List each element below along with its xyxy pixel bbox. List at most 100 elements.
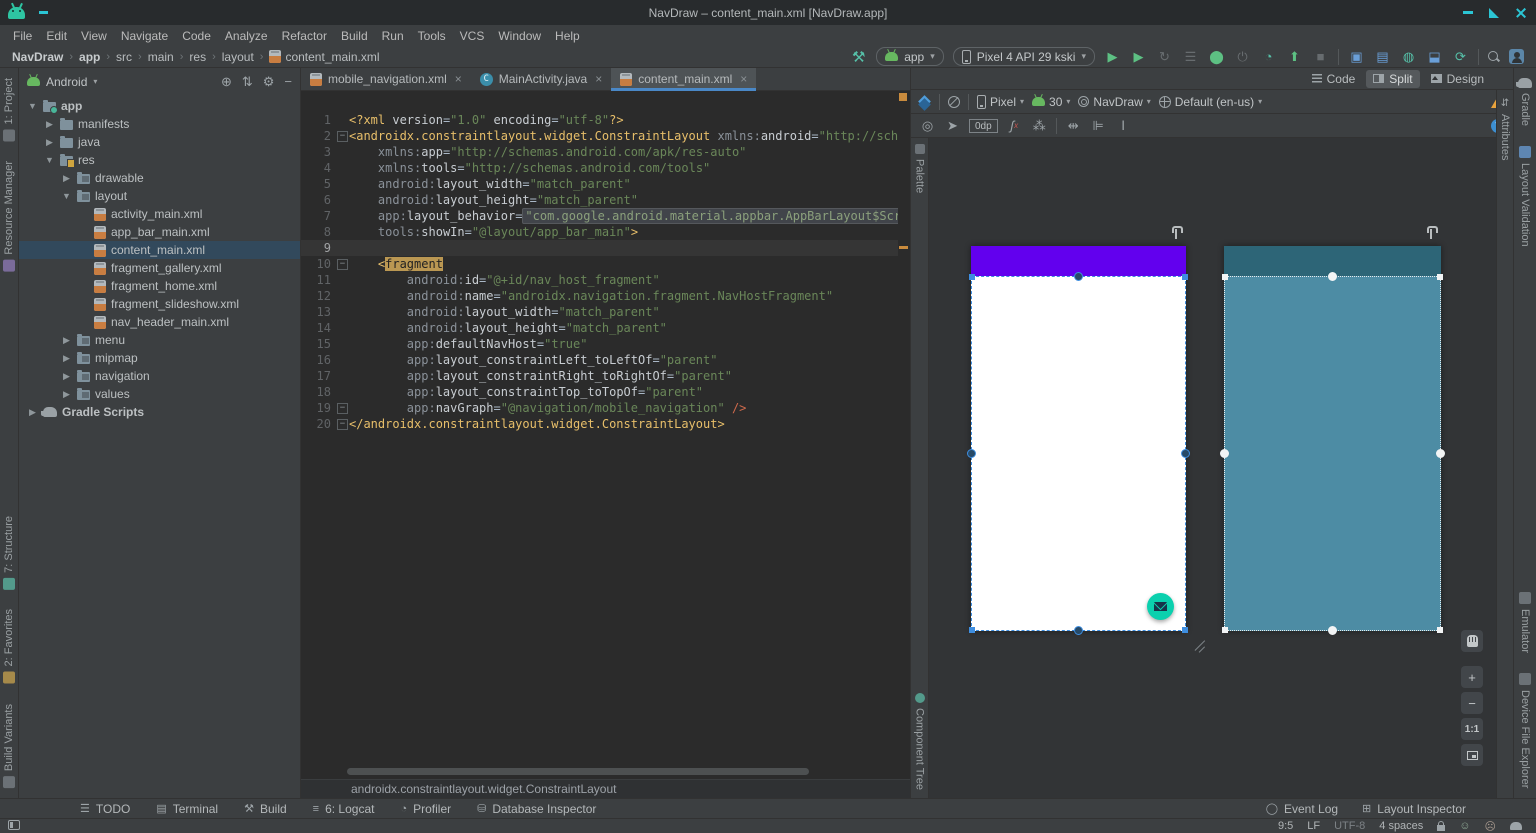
tree-item-gradle-scripts[interactable]: ▶ Gradle Scripts — [19, 403, 300, 421]
stop-icon[interactable]: ■ — [1312, 48, 1329, 65]
tree-item-app[interactable]: ▼ app — [19, 97, 300, 115]
constraint-anchor-right[interactable] — [1436, 448, 1445, 458]
menu-item-analyze[interactable]: Analyze — [218, 27, 275, 45]
tree-item-values[interactable]: ▶ values — [19, 385, 300, 403]
tree-item-res[interactable]: ▼ res — [19, 151, 300, 169]
window-layout-icon[interactable] — [8, 819, 20, 830]
tree-arrow-icon[interactable]: ▶ — [44, 119, 55, 130]
selection-handle[interactable] — [1222, 627, 1228, 633]
mode-button-design[interactable]: Design — [1424, 70, 1491, 88]
breadcrumb-item[interactable]: main — [146, 49, 176, 65]
tree-item-fragment-gallery-xml[interactable]: fragment_gallery.xml — [19, 259, 300, 277]
selection-handle[interactable] — [969, 627, 975, 633]
menu-item-refactor[interactable]: Refactor — [275, 27, 334, 45]
editor-breadcrumb[interactable]: androidx.constraintlayout.widget.Constra… — [301, 779, 910, 798]
menu-item-run[interactable]: Run — [375, 27, 411, 45]
search-everywhere-icon[interactable] — [1488, 50, 1500, 63]
selection-handle[interactable] — [969, 274, 975, 280]
horizontal-scrollbar[interactable] — [347, 768, 809, 775]
design-canvas[interactable]: Palette Component Tree + − 1:1 — [911, 138, 1513, 798]
fold-marker[interactable] — [335, 416, 349, 432]
orientation-icon[interactable] — [948, 95, 960, 108]
device-size-dropdown[interactable]: Pixel ▾ — [977, 94, 1024, 109]
tool-button-layout-validation[interactable]: Layout Validation — [1519, 136, 1531, 257]
tool-button-build-variants[interactable]: Build Variants — [3, 694, 15, 798]
settings-gear-icon[interactable]: ⚙ — [263, 74, 275, 90]
tool-button-structure[interactable]: 7: Structure — [3, 506, 15, 600]
hide-panel-icon[interactable]: − — [284, 74, 292, 89]
editor-tab-content-main-xml[interactable]: content_main.xml × — [611, 68, 757, 91]
tree-item-java[interactable]: ▶ java — [19, 133, 300, 151]
tree-item-navigation[interactable]: ▶ navigation — [19, 367, 300, 385]
design-surface-icon[interactable] — [919, 96, 931, 108]
tree-item-fragment-slideshow-xml[interactable]: fragment_slideshow.xml — [19, 295, 300, 313]
code-editor[interactable]: 1 <?xml version="1.0" encoding="utf-8"?> 2… — [301, 91, 910, 779]
breadcrumb-item[interactable]: NavDraw — [10, 49, 65, 65]
menu-item-vcs[interactable]: VCS — [453, 27, 492, 45]
tree-arrow-icon[interactable]: ▼ — [27, 101, 38, 111]
tree-item-content-main-xml[interactable]: content_main.xml — [19, 241, 300, 259]
project-view-selector[interactable]: Android ▾ — [27, 75, 97, 89]
pack-icon[interactable]: ⇹ — [1065, 117, 1082, 134]
constraint-anchor-bottom[interactable] — [1327, 626, 1337, 635]
breadcrumb-item[interactable]: src — [114, 49, 134, 65]
tree-item-drawable[interactable]: ▶ drawable — [19, 169, 300, 187]
fold-marker[interactable] — [335, 400, 349, 416]
apply-changes-icon[interactable]: ⬆ — [1286, 48, 1303, 65]
tree-item-manifests[interactable]: ▶ manifests — [19, 115, 300, 133]
logcat-window-icon[interactable]: ▤ — [1374, 48, 1391, 65]
window-minimize-button[interactable] — [1463, 11, 1473, 14]
component-tree-tab[interactable]: Component Tree — [914, 683, 926, 798]
close-icon[interactable]: × — [595, 72, 602, 86]
file-encoding[interactable]: UTF-8 — [1334, 820, 1365, 832]
indent-setting[interactable]: 4 spaces — [1379, 820, 1423, 832]
selection-handle[interactable] — [1437, 627, 1443, 633]
preview-resize-handle[interactable] — [1192, 638, 1208, 654]
tree-item-activity-main-xml[interactable]: activity_main.xml — [19, 205, 300, 223]
tool-button-emulator[interactable]: Emulator — [1519, 582, 1531, 663]
menu-item-file[interactable]: File — [6, 27, 39, 45]
lock-icon[interactable] — [1437, 820, 1446, 831]
sync-project-icon[interactable]: ⟳ — [1452, 48, 1469, 65]
selection-handle[interactable] — [1437, 274, 1443, 280]
design-preview[interactable] — [967, 226, 1190, 635]
tool-window-button-6-logcat[interactable]: ≡ 6: Logcat — [313, 802, 375, 816]
tree-arrow-icon[interactable]: ▶ — [44, 137, 55, 148]
tool-window-button-profiler[interactable]: ◔ Profiler — [400, 802, 451, 816]
error-stripe-caret-mark[interactable] — [899, 246, 908, 249]
selection-handle[interactable] — [1182, 627, 1188, 633]
locate-icon[interactable]: ⊕ — [221, 74, 232, 90]
tool-window-button-terminal[interactable]: ▤ Terminal — [156, 802, 218, 816]
profile-avatar[interactable] — [1509, 49, 1524, 64]
constraint-anchor-left[interactable] — [1220, 448, 1229, 458]
palette-tab[interactable]: Palette — [914, 138, 926, 203]
happy-face-icon[interactable]: ☺ — [1459, 820, 1470, 832]
menu-item-help[interactable]: Help — [548, 27, 587, 45]
tool-button-favorites[interactable]: 2: Favorites — [3, 599, 15, 693]
run-config-dropdown[interactable]: app ▾ — [876, 47, 944, 66]
clear-constraints-icon[interactable]: ʃx — [1006, 117, 1023, 134]
tree-arrow-icon[interactable]: ▶ — [61, 389, 72, 400]
selection-handle[interactable] — [1222, 274, 1228, 280]
menu-item-code[interactable]: Code — [175, 27, 218, 45]
robot-icon[interactable] — [1510, 822, 1522, 830]
tool-window-button-layout-inspector[interactable]: ⊞ Layout Inspector — [1362, 802, 1466, 816]
profile-icon[interactable]: ◔ — [1260, 48, 1277, 65]
align-icon[interactable]: ⊫ — [1090, 117, 1107, 134]
menu-item-tools[interactable]: Tools — [411, 27, 453, 45]
run-with-coverage-icon[interactable]: ☰ — [1182, 48, 1199, 65]
tool-button-device-file-explorer[interactable]: Device File Explorer — [1519, 663, 1531, 798]
tree-item-app-bar-main-xml[interactable]: app_bar_main.xml — [19, 223, 300, 241]
tree-item-mipmap[interactable]: ▶ mipmap — [19, 349, 300, 367]
locale-dropdown[interactable]: Default (en-us) ▾ — [1158, 95, 1262, 109]
constraint-anchor-right[interactable] — [1181, 448, 1190, 458]
tree-item-menu[interactable]: ▶ menu — [19, 331, 300, 349]
blueprint-preview[interactable] — [1220, 226, 1445, 635]
pan-tool-button[interactable] — [1461, 630, 1483, 652]
error-stripe-mark[interactable] — [899, 93, 907, 101]
tree-arrow-icon[interactable]: ▼ — [44, 155, 55, 165]
breadcrumb-item[interactable]: content_main.xml — [267, 49, 381, 65]
breadcrumb-item[interactable]: layout — [220, 49, 256, 65]
menu-item-navigate[interactable]: Navigate — [114, 27, 175, 45]
caret-position[interactable]: 9:5 — [1278, 820, 1293, 832]
